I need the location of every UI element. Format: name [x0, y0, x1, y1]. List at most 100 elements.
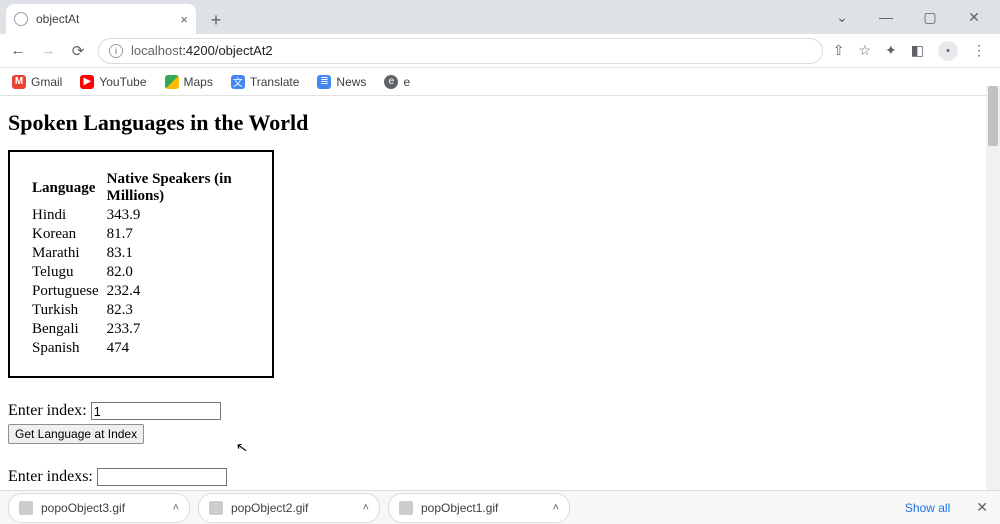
- table-row: Marathi83.1: [28, 244, 254, 263]
- cell-language: Spanish: [28, 339, 103, 358]
- cell-language: Bengali: [28, 320, 103, 339]
- close-window-icon[interactable]: ✕: [962, 9, 986, 26]
- maximize-icon[interactable]: ▢: [918, 9, 942, 26]
- menu-dots-icon[interactable]: ⋮: [972, 42, 986, 59]
- file-icon: [209, 501, 223, 515]
- page-title: Spoken Languages in the World: [8, 110, 978, 136]
- indexes-form-line: Enter indexs:: [8, 468, 978, 486]
- minimize-icon[interactable]: —: [874, 9, 898, 25]
- reload-icon[interactable]: ⟳: [68, 42, 88, 60]
- table-row: Korean81.7: [28, 225, 254, 244]
- tab-title: objectAt: [36, 12, 172, 26]
- language-table-box: Language Native Speakers (in Millions) H…: [8, 150, 274, 378]
- cell-speakers: 232.4: [103, 282, 254, 301]
- bookmark-news[interactable]: ≣ News: [317, 75, 366, 89]
- cell-language: Korean: [28, 225, 103, 244]
- table-row: Turkish82.3: [28, 301, 254, 320]
- site-info-icon[interactable]: i: [109, 44, 123, 58]
- download-item[interactable]: popObject2.gif ˄: [198, 493, 380, 523]
- back-icon[interactable]: ←: [8, 42, 28, 59]
- download-name: popoObject3.gif: [41, 501, 165, 515]
- url-text: localhost:4200/objectAt2: [131, 43, 273, 58]
- file-icon: [399, 501, 413, 515]
- cell-speakers: 81.7: [103, 225, 254, 244]
- bookmark-label: e: [403, 75, 410, 89]
- table-row: Spanish474: [28, 339, 254, 358]
- window-controls: ⌄ — ▢ ✕: [830, 0, 1000, 34]
- chevron-up-icon[interactable]: ˄: [173, 502, 179, 514]
- bookmark-youtube[interactable]: ▶ YouTube: [80, 75, 146, 89]
- bookmark-maps[interactable]: Maps: [165, 75, 213, 89]
- chevron-down-icon[interactable]: ⌄: [830, 9, 854, 26]
- bookmark-gmail[interactable]: M Gmail: [12, 75, 62, 89]
- viewport: Spoken Languages in the World Language N…: [0, 96, 986, 490]
- bookmark-star-icon[interactable]: ☆: [858, 42, 871, 59]
- maps-icon: [165, 75, 179, 89]
- index-form-line: Enter index:: [8, 402, 978, 420]
- chevron-up-icon[interactable]: ˄: [553, 502, 559, 514]
- indexes-label: Enter indexs:: [8, 468, 93, 486]
- bookmark-e[interactable]: ee: [384, 75, 410, 89]
- vertical-scrollbar[interactable]: [986, 86, 1000, 490]
- chevron-up-icon[interactable]: ˄: [363, 502, 369, 514]
- globe-icon: [14, 12, 28, 26]
- language-table: Language Native Speakers (in Millions) H…: [28, 170, 254, 358]
- table-row: Telugu82.0: [28, 263, 254, 282]
- show-all-downloads[interactable]: Show all: [891, 501, 964, 515]
- table-row: Hindi343.9: [28, 206, 254, 225]
- cell-language: Portuguese: [28, 282, 103, 301]
- translate-icon: 文: [231, 75, 245, 89]
- bookmark-label: News: [336, 75, 366, 89]
- cell-speakers: 474: [103, 339, 254, 358]
- bookmark-label: Gmail: [31, 75, 62, 89]
- download-item[interactable]: popObject1.gif ˄: [388, 493, 570, 523]
- cell-speakers: 343.9: [103, 206, 254, 225]
- bookmark-label: YouTube: [99, 75, 146, 89]
- cell-speakers: 82.0: [103, 263, 254, 282]
- toolbar: ← → ⟳ i localhost:4200/objectAt2 ⇧ ☆ ✦ ◧…: [0, 34, 1000, 68]
- table-row: Portuguese232.4: [28, 282, 254, 301]
- share-icon[interactable]: ⇧: [833, 42, 845, 59]
- indexes-input[interactable]: [97, 468, 227, 486]
- col-speakers: Native Speakers (in Millions): [103, 170, 254, 206]
- download-item[interactable]: popoObject3.gif ˄: [8, 493, 190, 523]
- e-icon: e: [384, 75, 398, 89]
- cell-language: Hindi: [28, 206, 103, 225]
- table-row: Bengali233.7: [28, 320, 254, 339]
- close-downloads-shelf-icon[interactable]: ✕: [964, 499, 1000, 516]
- close-tab-icon[interactable]: ×: [180, 12, 188, 27]
- news-icon: ≣: [317, 75, 331, 89]
- youtube-icon: ▶: [80, 75, 94, 89]
- browser-tab[interactable]: objectAt ×: [6, 4, 196, 34]
- bookmark-label: Translate: [250, 75, 300, 89]
- new-tab-button[interactable]: +: [202, 6, 230, 34]
- download-name: popObject1.gif: [421, 501, 545, 515]
- bookmark-label: Maps: [184, 75, 213, 89]
- cell-speakers: 233.7: [103, 320, 254, 339]
- page-content: Spoken Languages in the World Language N…: [0, 96, 986, 490]
- download-name: popObject2.gif: [231, 501, 355, 515]
- extensions-icon[interactable]: ✦: [885, 42, 897, 59]
- url-host: localhost: [131, 43, 182, 58]
- index-input[interactable]: [91, 402, 221, 420]
- index-label: Enter index:: [8, 402, 87, 420]
- profile-avatar-icon[interactable]: •: [938, 41, 958, 61]
- url-path: :4200/objectAt2: [182, 43, 272, 58]
- file-icon: [19, 501, 33, 515]
- side-panel-icon[interactable]: ◧: [911, 42, 924, 59]
- gmail-icon: M: [12, 75, 26, 89]
- bookmark-translate[interactable]: 文 Translate: [231, 75, 300, 89]
- cell-speakers: 82.3: [103, 301, 254, 320]
- cell-speakers: 83.1: [103, 244, 254, 263]
- cell-language: Marathi: [28, 244, 103, 263]
- cell-language: Turkish: [28, 301, 103, 320]
- downloads-shelf: popoObject3.gif ˄ popObject2.gif ˄ popOb…: [0, 490, 1000, 524]
- get-language-button[interactable]: Get Language at Index: [8, 424, 144, 444]
- forward-icon[interactable]: →: [38, 42, 58, 59]
- scrollbar-thumb[interactable]: [988, 86, 998, 146]
- bookmarks-bar: M Gmail ▶ YouTube Maps 文 Translate ≣ News ee: [0, 68, 1000, 96]
- address-bar[interactable]: i localhost:4200/objectAt2: [98, 38, 823, 64]
- cell-language: Telugu: [28, 263, 103, 282]
- toolbar-right: ⇧ ☆ ✦ ◧ • ⋮: [833, 41, 992, 61]
- col-language: Language: [28, 170, 103, 206]
